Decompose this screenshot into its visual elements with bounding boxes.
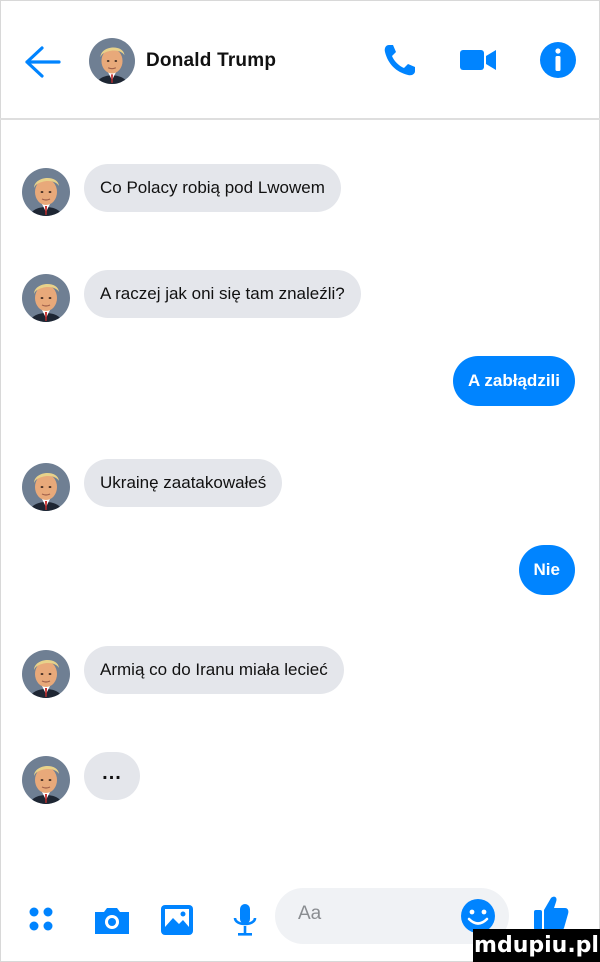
avatar[interactable] <box>22 168 70 216</box>
camera-icon[interactable] <box>92 900 132 940</box>
message-bubble[interactable]: Armią co do Iranu miała lecieć <box>84 646 344 694</box>
watermark-logo: mdupiu.pl <box>473 929 600 962</box>
contact-name[interactable]: Donald Trump <box>146 50 276 72</box>
message-bubble-outgoing[interactable]: Nie <box>518 545 575 595</box>
info-icon[interactable] <box>538 40 578 80</box>
avatar[interactable] <box>22 463 70 511</box>
typing-indicator: ... <box>84 752 140 800</box>
back-arrow-icon[interactable] <box>22 44 62 80</box>
phone-icon[interactable] <box>380 40 420 80</box>
gallery-icon[interactable] <box>157 900 197 940</box>
like-icon[interactable] <box>531 892 571 934</box>
video-camera-icon[interactable] <box>458 40 498 80</box>
apps-icon[interactable] <box>22 900 62 940</box>
message-bubble[interactable]: A raczej jak oni się tam znaleźli? <box>84 270 361 318</box>
avatar[interactable] <box>22 650 70 698</box>
chat-header: Donald Trump <box>0 0 600 120</box>
microphone-icon[interactable] <box>225 900 265 940</box>
message-bubble-outgoing[interactable]: A zabłądzili <box>453 356 575 406</box>
message-bubble[interactable]: Ukrainę zaatakowałeś <box>84 459 283 507</box>
avatar[interactable] <box>22 756 70 804</box>
message-input-placeholder: Aa <box>298 903 322 924</box>
avatar[interactable] <box>89 38 135 84</box>
avatar[interactable] <box>22 274 70 322</box>
message-bubble[interactable]: Co Polacy robią pod Lwowem <box>84 164 341 212</box>
